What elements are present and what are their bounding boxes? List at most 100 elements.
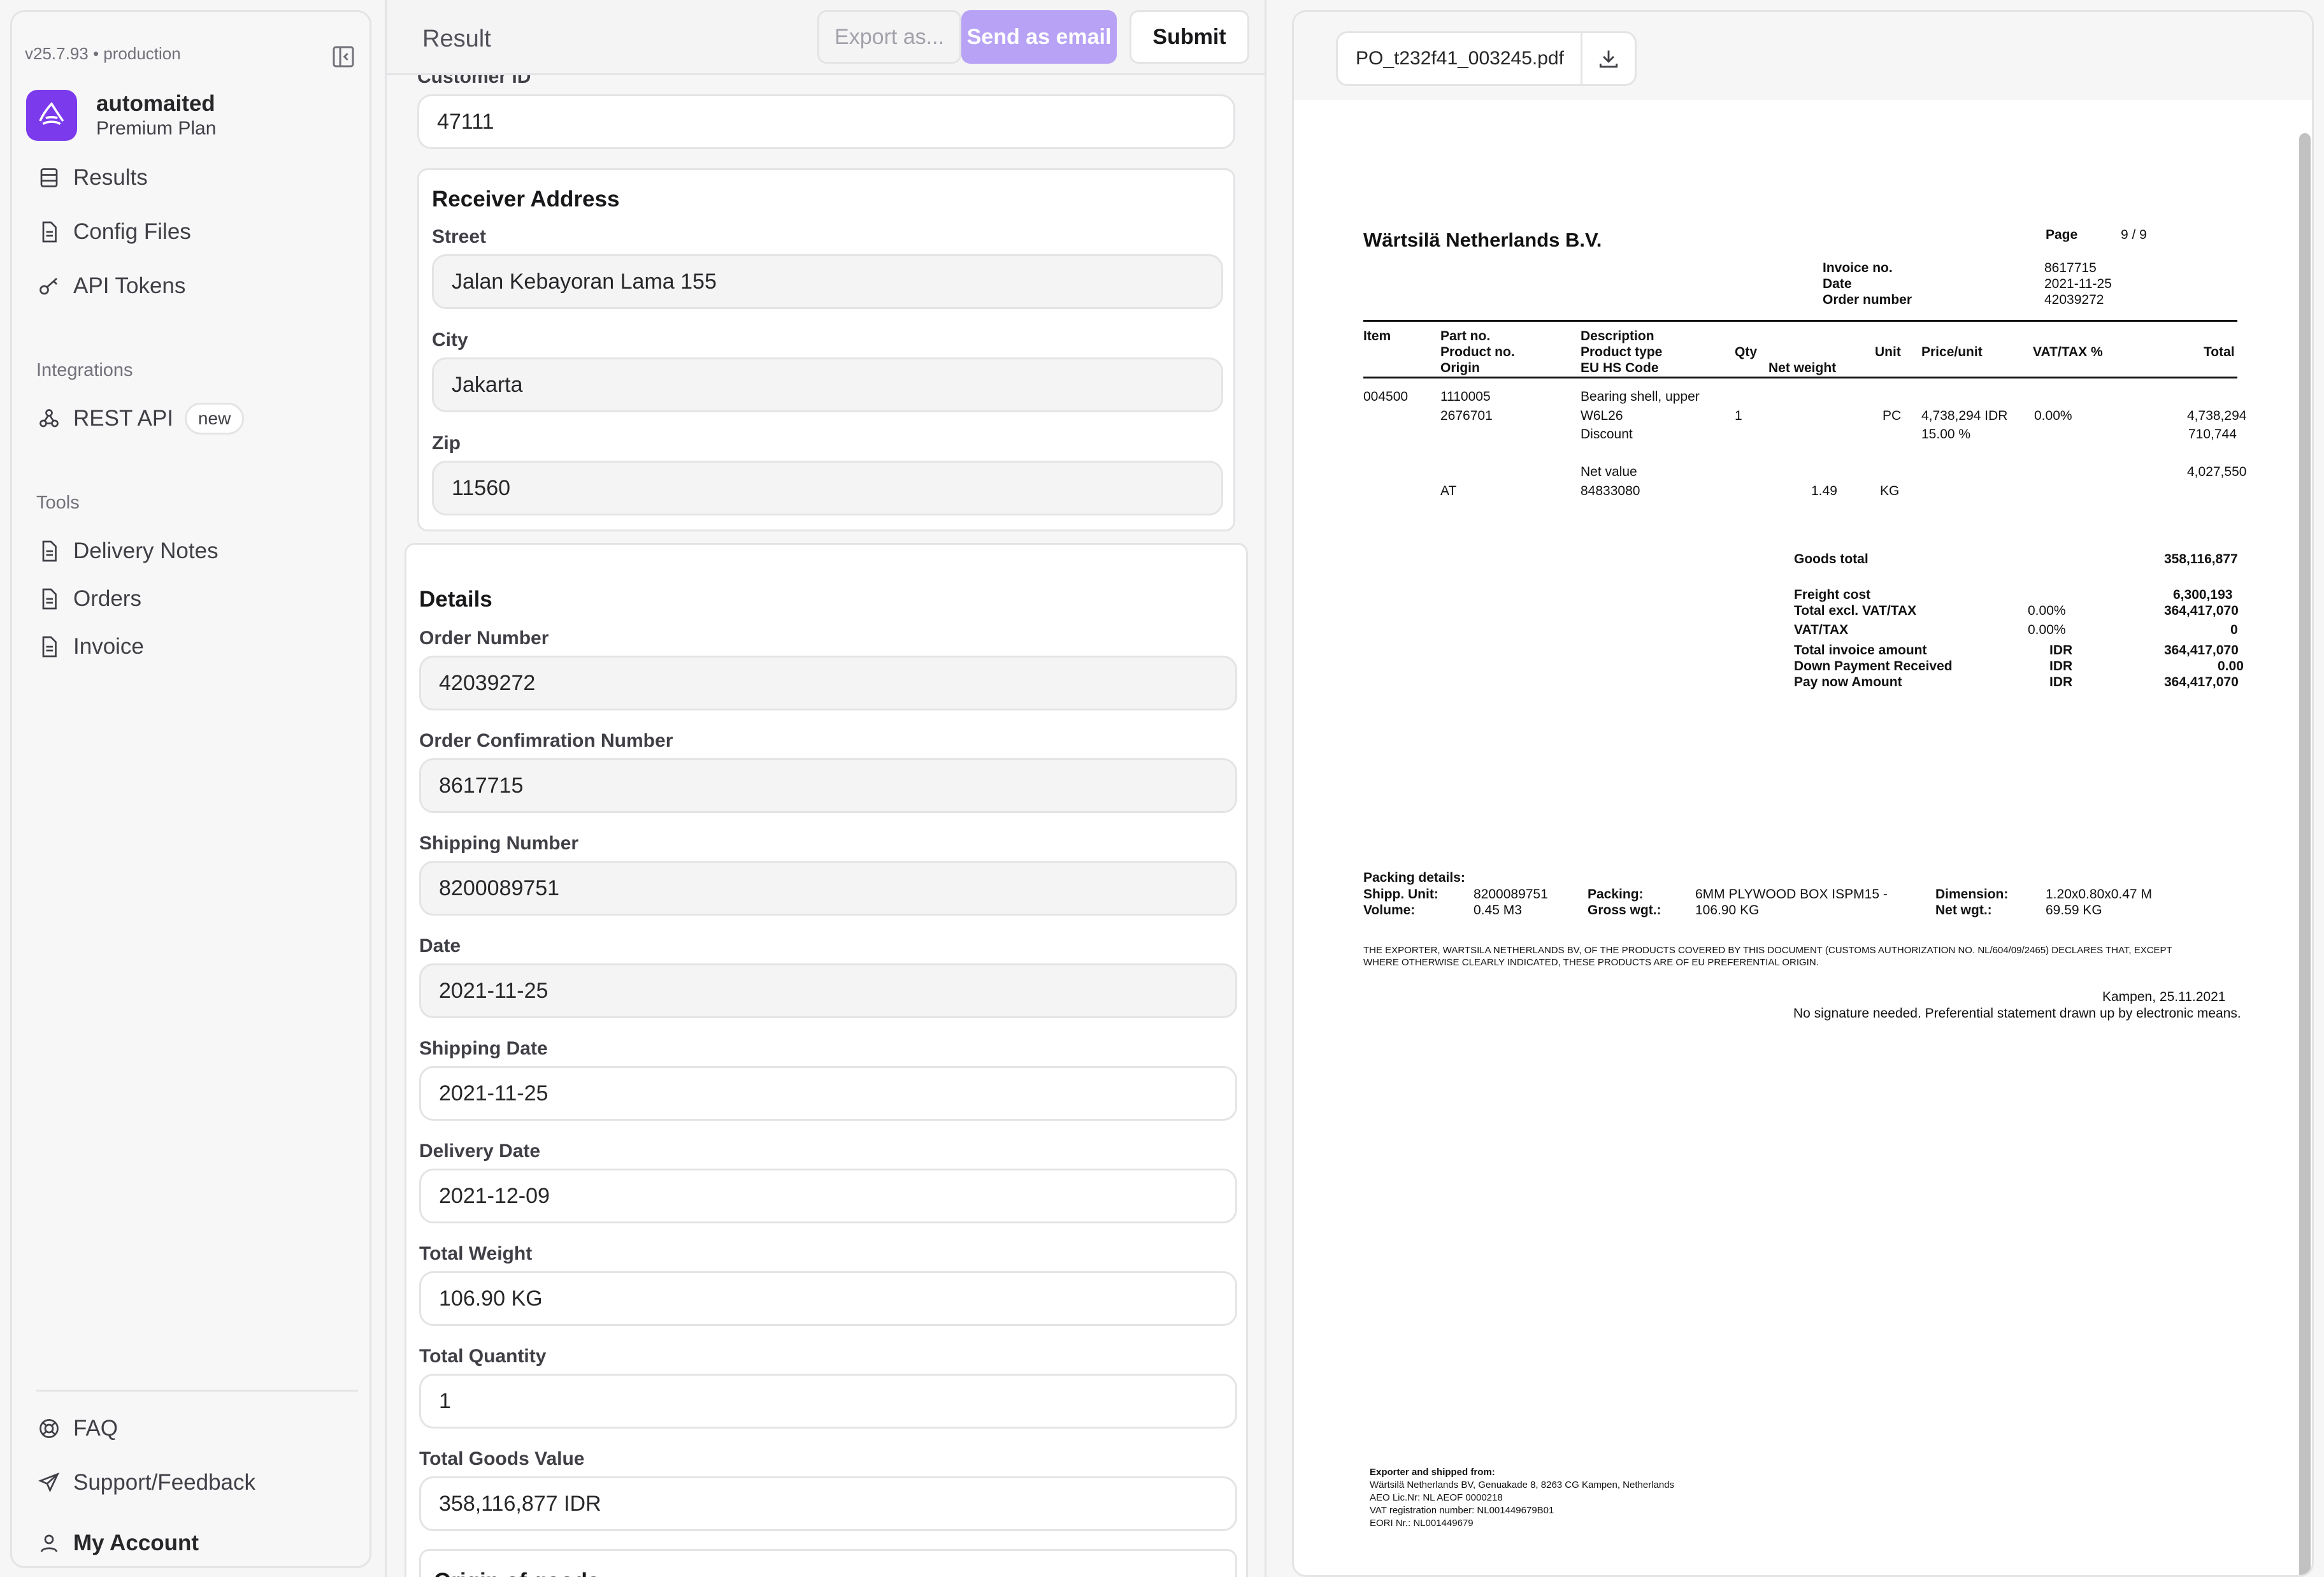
submit-button[interactable]: Submit xyxy=(1130,10,1249,64)
pdf-filename: PO_t232f41_003245.pdf xyxy=(1356,48,1564,69)
nav-orders[interactable]: Orders xyxy=(36,580,368,618)
details-card: Details Order Number 42039272 Order Conf… xyxy=(405,543,1248,1577)
brand-logo-icon xyxy=(26,90,77,141)
pdf-invoice-amount-currency: IDR xyxy=(2049,643,2073,658)
pdf-net-value-label: Net value xyxy=(1581,464,1637,479)
total-goods-value-label: Total Goods Value xyxy=(419,1448,585,1469)
pdf-date: 2021-11-25 xyxy=(2044,277,2112,291)
nav-delivery-notes[interactable]: Delivery Notes xyxy=(36,532,368,570)
delivery-date-field[interactable]: 2021-12-09 xyxy=(419,1169,1237,1223)
pdf-row-weight-unit: KG xyxy=(1880,484,1900,498)
pdf-freight: 6,300,193 xyxy=(2173,587,2233,602)
pdf-row-total: 4,738,294 xyxy=(2187,408,2247,423)
customer-id-field[interactable]: 47111 xyxy=(417,94,1235,149)
key-icon xyxy=(36,273,62,299)
download-icon[interactable] xyxy=(1581,33,1635,84)
date-field[interactable]: 2021-11-25 xyxy=(419,963,1237,1018)
pdf-dimension-label: Dimension: xyxy=(1935,887,2009,902)
nav-my-account[interactable]: My Account xyxy=(36,1524,368,1562)
tools-title: Tools xyxy=(36,493,80,513)
file-icon xyxy=(36,538,62,564)
send-icon xyxy=(36,1470,62,1495)
pdf-row-item: 004500 xyxy=(1363,389,1409,404)
sidebar: v25.7.93 • production automaited Premium… xyxy=(10,10,371,1568)
result-panel[interactable]: Result Export as... Send as email Submit… xyxy=(385,0,1266,1577)
pdf-net-value: 4,027,550 xyxy=(2187,464,2247,479)
pdf-col-unit: Unit xyxy=(1875,345,1901,359)
pdf-excl-label: Total excl. VAT/TAX xyxy=(1794,603,1917,618)
street-label: Street xyxy=(432,226,487,247)
pdf-row-price: 4,738,294 IDR xyxy=(1921,408,2008,423)
pdf-down-payment-label: Down Payment Received xyxy=(1794,659,1953,673)
pdf-down-payment: 0.00 xyxy=(2218,659,2244,673)
pdf-vat-pct: 0.00% xyxy=(2028,623,2066,637)
shipping-number-field[interactable]: 8200089751 xyxy=(419,861,1237,916)
pdf-scrollbar-thumb[interactable] xyxy=(2299,133,2311,1575)
export-button[interactable]: Export as... xyxy=(817,10,961,64)
street-field[interactable]: Jalan Kebayoran Lama 155 xyxy=(432,254,1223,309)
nav-rest-api[interactable]: REST API new xyxy=(36,400,368,438)
pdf-invoice-no-label: Invoice no. xyxy=(1823,261,1893,275)
pdf-col-item: Item xyxy=(1363,329,1391,343)
nav-my-account-label: My Account xyxy=(73,1530,199,1555)
pdf-row-hs: 84833080 xyxy=(1581,484,1640,498)
pdf-col-net-weight: Net weight xyxy=(1768,361,1837,375)
pdf-col-origin: Origin xyxy=(1440,361,1480,375)
total-quantity-field[interactable]: 1 xyxy=(419,1374,1237,1429)
pdf-col-vat: VAT/TAX % xyxy=(2033,345,2103,359)
pdf-order-number: 42039272 xyxy=(2044,292,2104,307)
order-number-field[interactable]: 42039272 xyxy=(419,656,1237,710)
pdf-signature-note: No signature needed. Preferential statem… xyxy=(1793,1006,2241,1021)
nav-faq[interactable]: FAQ xyxy=(36,1409,368,1448)
collapse-sidebar-icon[interactable] xyxy=(331,44,356,69)
pdf-row-vat: 0.00% xyxy=(2034,408,2072,423)
date-label: Date xyxy=(419,935,461,956)
webhook-icon xyxy=(36,406,62,431)
nav-invoice[interactable]: Invoice xyxy=(36,628,368,666)
nav-delivery-notes-label: Delivery Notes xyxy=(73,538,219,563)
nav-support-feedback[interactable]: Support/Feedback xyxy=(36,1464,368,1502)
pdf-page-value: 9 / 9 xyxy=(2121,227,2147,242)
pdf-statement-line-2: WHERE OTHERWISE CLEARLY INDICATED, THESE… xyxy=(1363,957,1819,968)
pdf-viewer[interactable]: PO_t232f41_003245.pdf Wärtsilä Netherlan… xyxy=(1292,10,2314,1577)
nav-rest-api-label: REST API xyxy=(73,406,173,431)
nav-api-tokens[interactable]: API Tokens xyxy=(36,267,368,305)
total-weight-field[interactable]: 106.90 KG xyxy=(419,1271,1237,1326)
pdf-toolbar: PO_t232f41_003245.pdf xyxy=(1294,12,2312,100)
send-email-button[interactable]: Send as email xyxy=(961,10,1117,64)
details-title: Details xyxy=(419,587,492,612)
nav-results[interactable]: Results xyxy=(36,159,368,197)
order-confirmation-number-field[interactable]: 8617715 xyxy=(419,758,1237,813)
pdf-file-chip: PO_t232f41_003245.pdf xyxy=(1336,31,1637,86)
city-field[interactable]: Jakarta xyxy=(432,357,1223,412)
pdf-footer-line-2: AEO Lic.Nr: NL AEOF 0000218 xyxy=(1370,1492,1503,1503)
zip-field[interactable]: 11560 xyxy=(432,461,1223,515)
pdf-goods-total: 358,116,877 xyxy=(2164,552,2238,566)
shipping-number-label: Shipping Number xyxy=(419,833,578,854)
file-icon xyxy=(36,586,62,612)
pdf-net: 69.59 KG xyxy=(2046,903,2102,918)
pdf-discount-label: Discount xyxy=(1581,427,1633,442)
pdf-gross-label: Gross wgt.: xyxy=(1588,903,1661,918)
version-label: v25.7.93 • production xyxy=(25,44,181,63)
shipping-date-field[interactable]: 2021-11-25 xyxy=(419,1066,1237,1121)
pdf-pay-now-currency: IDR xyxy=(2049,675,2073,689)
pdf-volume-label: Volume: xyxy=(1363,903,1416,918)
pdf-invoice-amount-label: Total invoice amount xyxy=(1794,643,1927,658)
pdf-packing-label: Packing: xyxy=(1588,887,1644,902)
nav-config-files[interactable]: Config Files xyxy=(36,213,368,251)
pdf-row-origin: AT xyxy=(1440,484,1457,498)
total-goods-value-field[interactable]: 358,116,877 IDR xyxy=(419,1476,1237,1531)
pdf-pay-now-label: Pay now Amount xyxy=(1794,675,1902,689)
help-lifebuoy-icon xyxy=(36,1416,62,1441)
order-number-label: Order Number xyxy=(419,628,549,649)
receiver-address-card: Receiver Address Street Jalan Kebayoran … xyxy=(417,168,1235,531)
workspace-switcher[interactable]: automaited Premium Plan xyxy=(26,90,357,141)
pdf-row-desc: Bearing shell, upper xyxy=(1581,389,1700,404)
pdf-excl: 364,417,070 xyxy=(2164,603,2239,618)
table-icon xyxy=(36,165,62,191)
total-quantity-label: Total Quantity xyxy=(419,1346,547,1367)
delivery-date-label: Delivery Date xyxy=(419,1141,541,1162)
file-icon xyxy=(36,634,62,659)
pdf-packing: 6MM PLYWOOD BOX ISPM15 - xyxy=(1695,887,1888,902)
